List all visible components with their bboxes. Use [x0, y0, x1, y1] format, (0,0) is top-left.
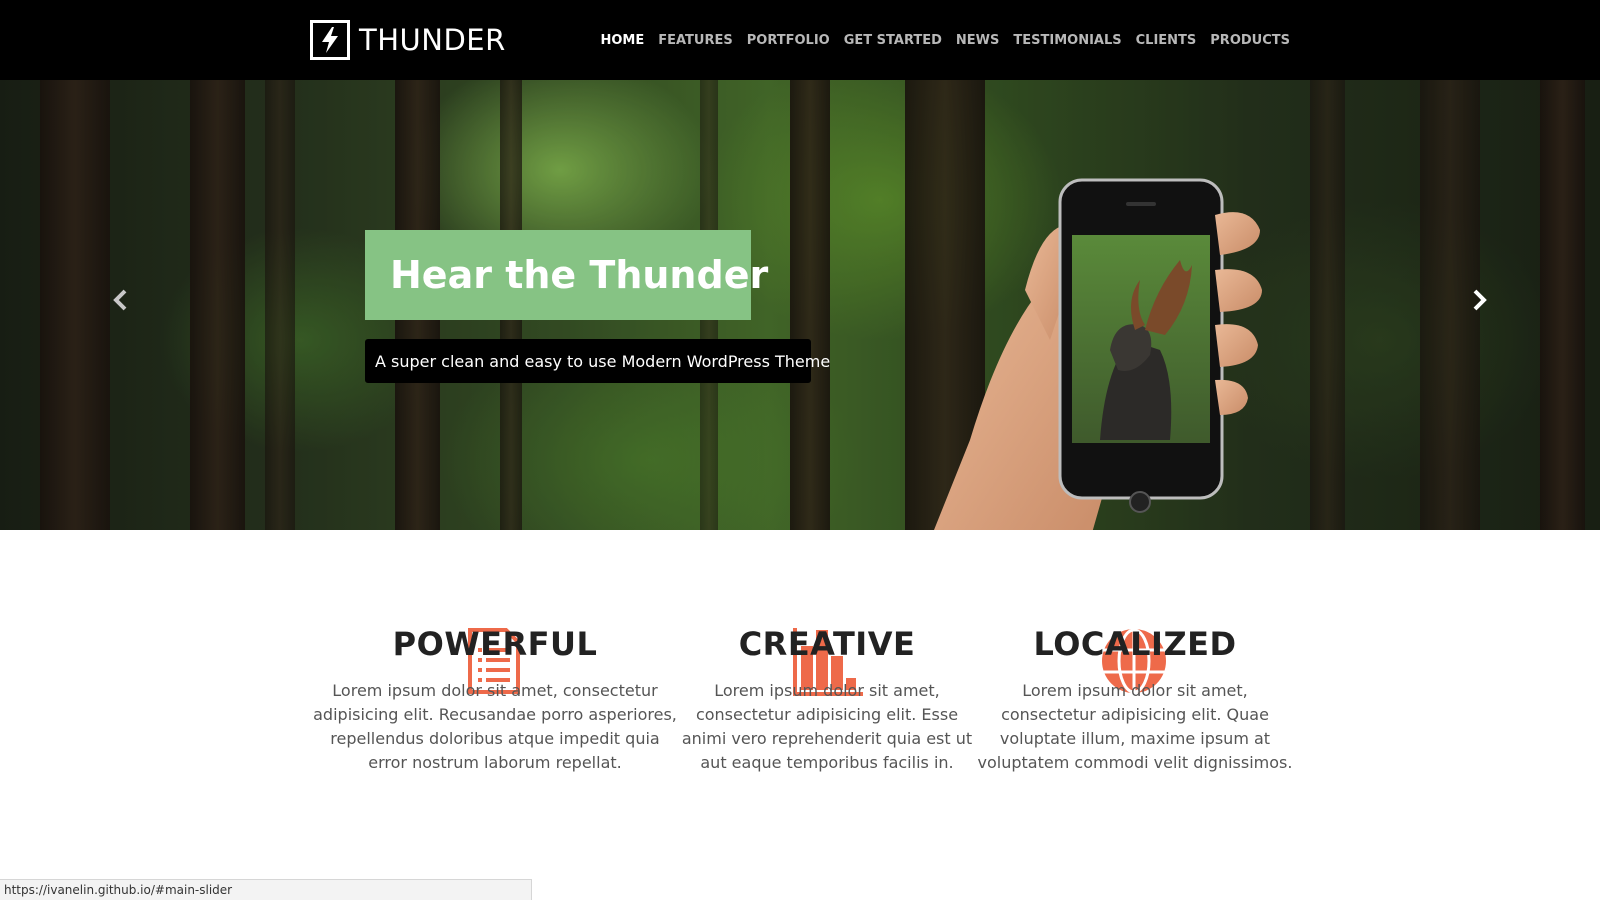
- nav-link-testimonials[interactable]: TESTIMONIALS: [1013, 33, 1121, 48]
- feature-title: CREATIVE: [738, 625, 916, 663]
- phone-in-hand-image: [934, 178, 1262, 530]
- hero-overlay: [0, 80, 1600, 530]
- feature-text: Lorem ipsum dolor sit amet, consectetur …: [310, 679, 680, 775]
- feature-line: Lorem ipsum dolor sit amet,: [1022, 681, 1248, 700]
- feature-line: adipisicing elit. Recusandae porro asper…: [313, 705, 677, 724]
- nav-item-clients: CLIENTS: [1136, 31, 1197, 49]
- nav-link-home[interactable]: HOME: [600, 33, 644, 48]
- hero-title-box: Hear the Thunder: [365, 230, 768, 320]
- main-nav: HOME FEATURES PORTFOLIO GET STARTED NEWS…: [600, 0, 1290, 80]
- feature-line: aut eaque temporibus facilis in.: [700, 753, 954, 772]
- feature-line: consectetur adipisicing elit. Esse: [695, 705, 959, 724]
- nav-link-news[interactable]: NEWS: [956, 33, 999, 48]
- feature-creative: CREATIVE Lorem ipsum dolor sit amet, con…: [677, 625, 977, 775]
- slider-next-button[interactable]: [1465, 285, 1495, 315]
- feature-line: consectetur adipisicing elit. Quae: [1001, 705, 1269, 724]
- nav-item-features: FEATURES: [658, 31, 733, 49]
- main-slider: Hear the Thunder A super clean and easy …: [0, 80, 1600, 530]
- chevron-left-icon: [113, 289, 127, 311]
- feature-text: Lorem ipsum dolor sit amet, consectetur …: [677, 679, 977, 775]
- nav-link-features[interactable]: FEATURES: [658, 33, 733, 48]
- feature-text: Lorem ipsum dolor sit amet, consectetur …: [970, 679, 1300, 775]
- feature-line: Lorem ipsum dolor sit amet, consectetur: [332, 681, 658, 700]
- nav-item-products: PRODUCTS: [1210, 31, 1290, 49]
- nav-link-clients[interactable]: CLIENTS: [1136, 33, 1197, 48]
- hero-subtitle-box: A super clean and easy to use Modern Wor…: [365, 339, 830, 383]
- brand-logo-link[interactable]: THUNDER: [310, 20, 506, 60]
- browser-status-bar: https://ivanelin.github.io/#main-slider: [0, 879, 532, 900]
- nav-item-portfolio: PORTFOLIO: [747, 31, 830, 49]
- feature-line: repellendus doloribus atque impedit quia: [330, 729, 660, 748]
- brand-name: THUNDER: [359, 23, 506, 57]
- chevron-right-icon: [1473, 289, 1487, 311]
- feature-powerful: POWERFUL Lorem ipsum dolor sit amet, con…: [310, 625, 680, 775]
- feature-localized: LOCALIZED Lorem ipsum dolor sit amet, co…: [970, 625, 1300, 775]
- nav-item-get-started: GET STARTED: [844, 31, 942, 49]
- feature-line: animi vero reprehenderit quia est ut: [681, 729, 973, 748]
- top-navbar: THUNDER HOME FEATURES PORTFOLIO GET STAR…: [0, 0, 1600, 80]
- nav-link-get-started[interactable]: GET STARTED: [844, 33, 942, 48]
- slider-prev-button[interactable]: [105, 285, 135, 315]
- hero-title: Hear the Thunder: [390, 253, 769, 297]
- nav-item-testimonials: TESTIMONIALS: [1013, 31, 1121, 49]
- nav-item-news: NEWS: [956, 31, 999, 49]
- lightning-bolt-icon: [310, 20, 350, 60]
- feature-title: LOCALIZED: [1033, 625, 1237, 663]
- nav-link-portfolio[interactable]: PORTFOLIO: [747, 33, 830, 48]
- nav-link-products[interactable]: PRODUCTS: [1210, 33, 1290, 48]
- nav-item-home: HOME: [600, 31, 644, 49]
- feature-line: voluptate illum, maxime ipsum at: [999, 729, 1271, 748]
- feature-line: voluptatem commodi velit dignissimos.: [977, 753, 1293, 772]
- feature-title: POWERFUL: [392, 625, 598, 663]
- hero-subtitle: A super clean and easy to use Modern Wor…: [375, 351, 831, 371]
- feature-line: error nostrum laborum repellat.: [368, 753, 622, 772]
- feature-line: Lorem ipsum dolor sit amet,: [714, 681, 940, 700]
